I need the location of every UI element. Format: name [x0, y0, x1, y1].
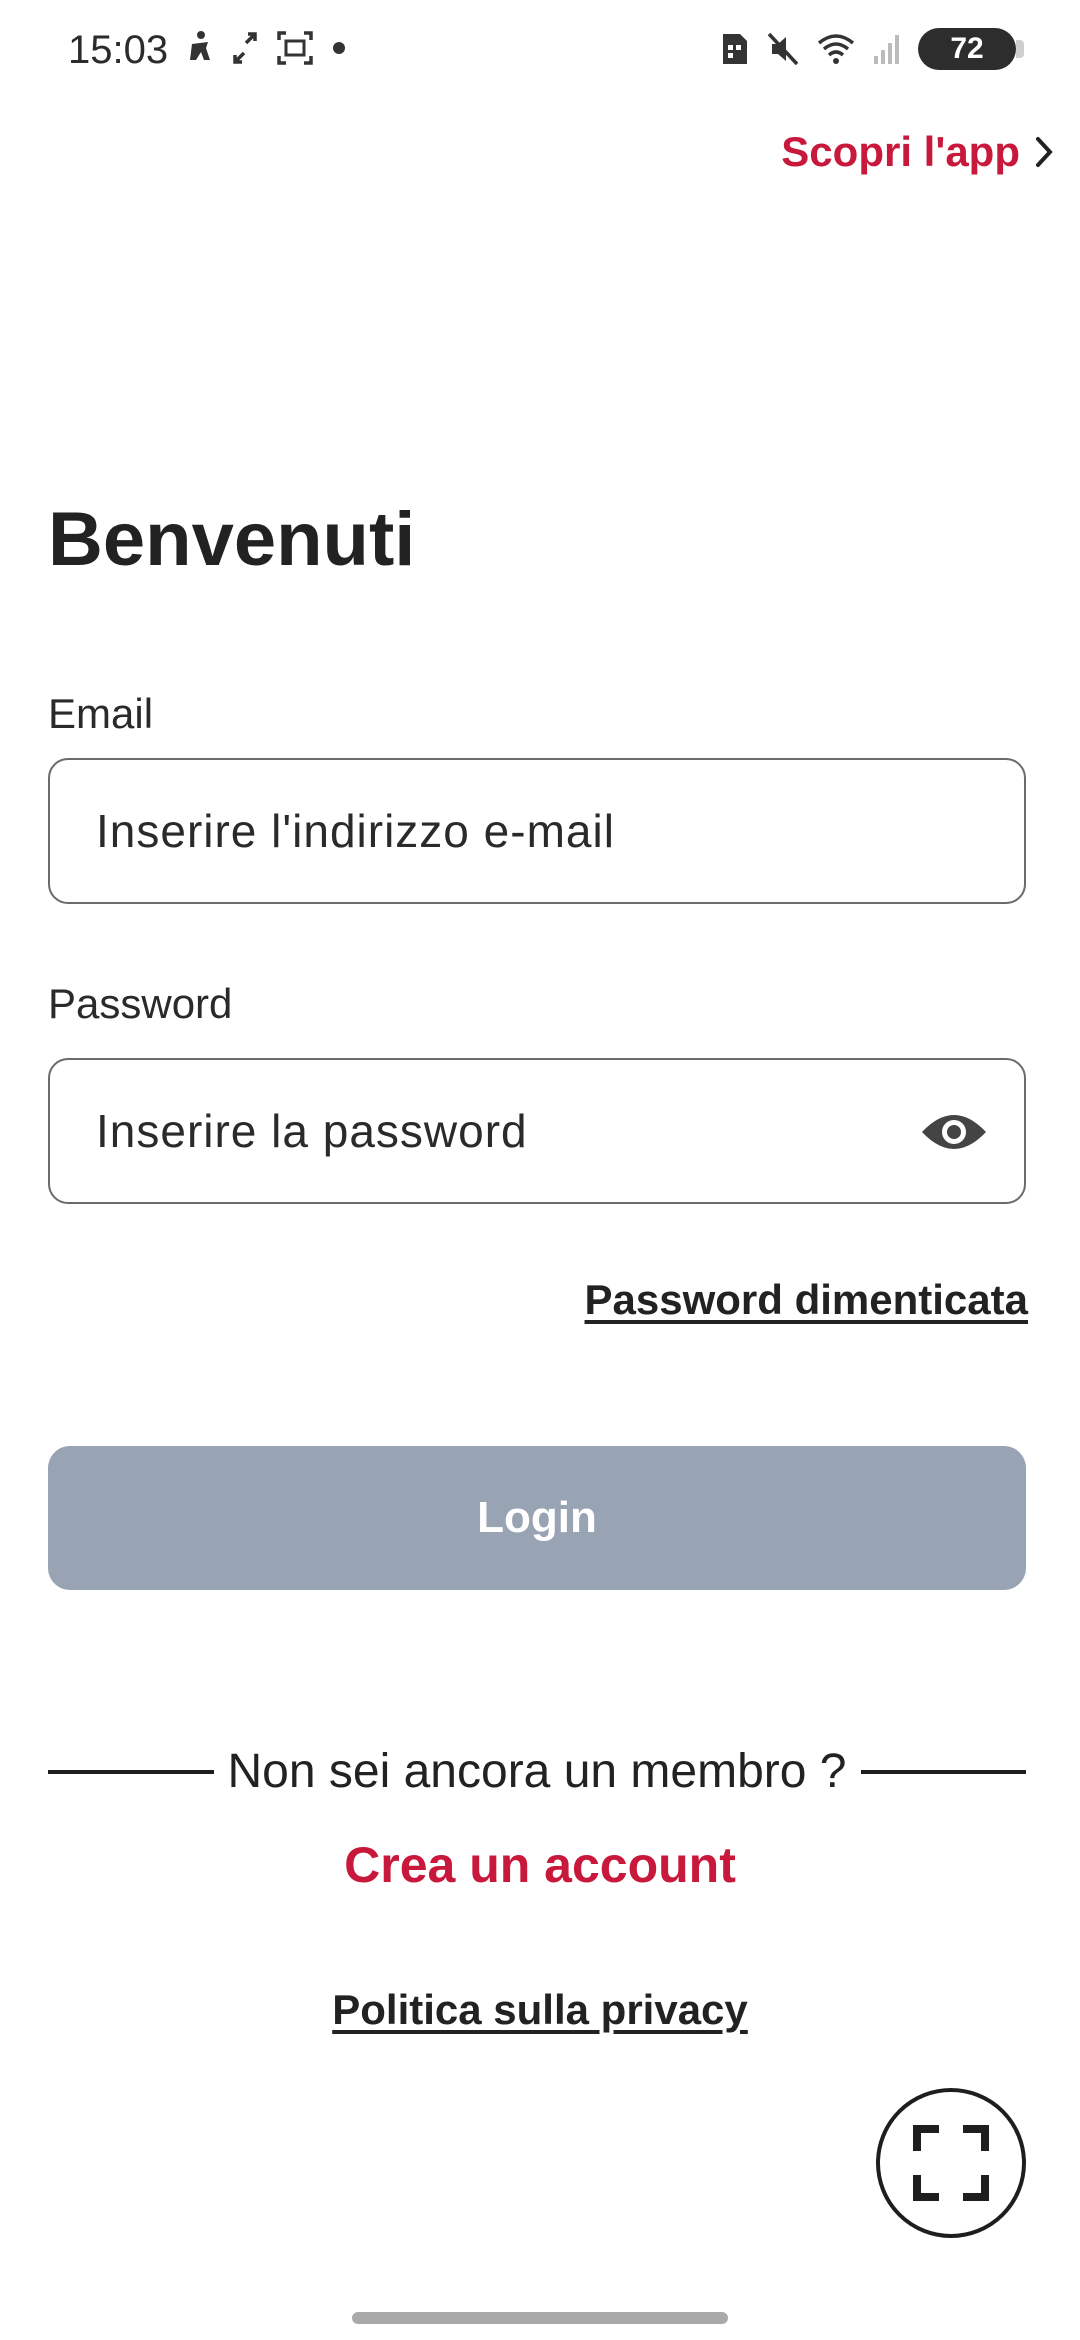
battery-stub: [1016, 40, 1024, 58]
accessibility-icon: [190, 31, 210, 60]
email-label: Email: [48, 690, 154, 737]
email-field[interactable]: [96, 760, 916, 902]
password-field-box[interactable]: [48, 1058, 1026, 1204]
status-left-icons: [186, 30, 346, 66]
divider-line-left: [48, 1769, 214, 1774]
create-account-link[interactable]: Crea un account: [0, 1836, 1080, 1894]
scan-frame-icon: [913, 2125, 989, 2201]
sim-card-icon: [723, 34, 747, 64]
expand-arrows-icon: [233, 32, 257, 64]
notification-dot-icon: [333, 42, 345, 54]
password-field[interactable]: [96, 1060, 916, 1202]
eye-icon[interactable]: [920, 1106, 988, 1158]
status-bar: 15:03 72: [0, 0, 1080, 110]
not-member-divider: Non sei ancora un membro ?: [48, 1744, 1027, 1799]
page-title: Benvenuti: [48, 497, 416, 582]
battery-level: 72: [950, 32, 984, 65]
chevron-right-icon: [1036, 137, 1053, 167]
status-time: 15:03: [68, 28, 169, 72]
not-member-text: Non sei ancora un membro ?: [227, 1745, 847, 1798]
mute-icon: [767, 32, 799, 66]
privacy-policy-link[interactable]: Politica sulla privacy: [0, 1986, 1080, 2034]
screenshot-icon: [277, 31, 313, 65]
email-field-box[interactable]: [48, 758, 1026, 904]
forgot-password-link[interactable]: Password dimenticata: [585, 1276, 1028, 1324]
discover-app-link[interactable]: Scopri l'app: [781, 128, 1054, 176]
divider-line-right: [860, 1769, 1027, 1774]
battery-icon: 72: [918, 28, 1024, 70]
scan-button[interactable]: [876, 2088, 1026, 2238]
discover-app-label: Scopri l'app: [781, 128, 1020, 175]
login-button[interactable]: Login: [48, 1446, 1026, 1590]
status-right-icons: 72: [720, 28, 1024, 70]
home-indicator[interactable]: [352, 2312, 728, 2324]
password-label: Password: [48, 980, 233, 1027]
wifi-icon: [817, 34, 855, 64]
signal-icon: [874, 35, 899, 64]
